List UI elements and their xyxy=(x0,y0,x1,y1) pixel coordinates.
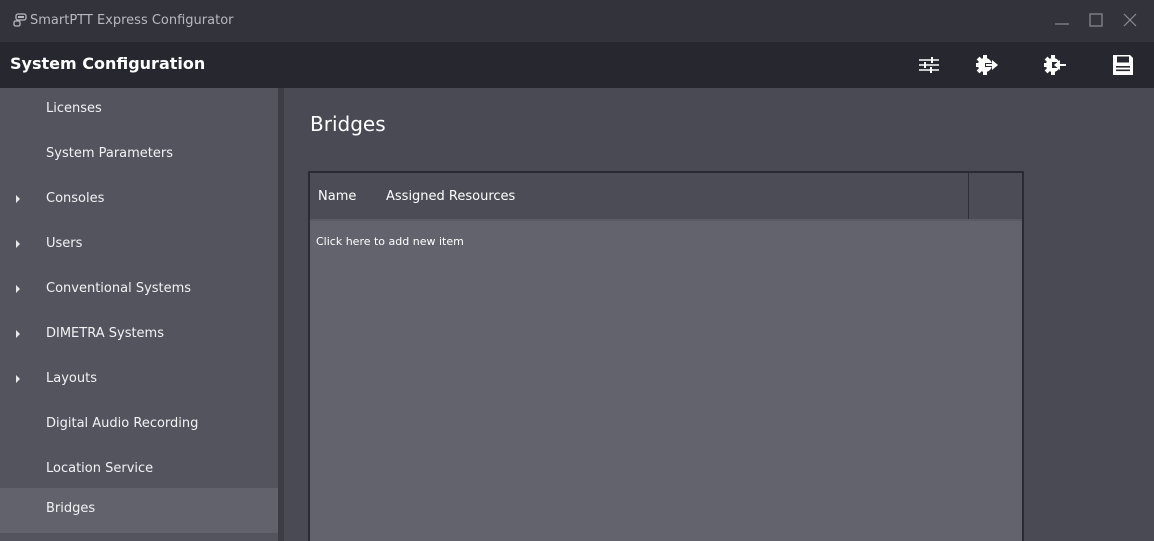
expand-arrow-icon[interactable] xyxy=(16,195,20,203)
maximize-icon[interactable] xyxy=(1086,10,1106,30)
sidebar-item-dimetra-systems[interactable]: DIMETRA Systems xyxy=(0,313,278,358)
sidebar-item-label: Location Service xyxy=(46,461,154,476)
main-content: Bridges Name Assigned Resources Click he… xyxy=(284,88,1154,541)
sidebar-item-system-parameters[interactable]: System Parameters xyxy=(0,133,278,178)
save-button[interactable] xyxy=(1108,50,1138,80)
expand-arrow-icon[interactable] xyxy=(16,285,20,293)
page-title: Bridges xyxy=(310,112,386,136)
import-button[interactable] xyxy=(1040,50,1070,80)
export-gear-icon xyxy=(976,55,998,75)
sidebar-item-label: Licenses xyxy=(46,101,102,116)
export-button[interactable] xyxy=(972,50,1002,80)
sidebar-item-location-service[interactable]: Location Service xyxy=(0,448,278,493)
sidebar-item-layouts[interactable]: Layouts xyxy=(0,358,278,403)
column-header-name[interactable]: Name xyxy=(318,189,356,204)
sidebar-item-digital-audio-recording[interactable]: Digital Audio Recording xyxy=(0,403,278,448)
bridges-table: Name Assigned Resources Click here to ad… xyxy=(308,171,1024,541)
import-gear-icon xyxy=(1044,55,1066,75)
sidebar-item-label: Layouts xyxy=(46,371,97,386)
column-header-spare xyxy=(968,173,1022,219)
main-toolbar: System Configuration xyxy=(0,42,1154,88)
sidebar-item-label: DIMETRA Systems xyxy=(46,326,164,341)
sidebar-item-label: Digital Audio Recording xyxy=(46,416,199,431)
navigation-sidebar: Licenses System Parameters Consoles User… xyxy=(0,88,278,541)
sidebar-item-label: Users xyxy=(46,236,83,251)
sidebar-item-label: System Parameters xyxy=(46,146,174,161)
table-header: Name Assigned Resources xyxy=(310,173,1022,219)
sidebar-item-label: Consoles xyxy=(46,191,105,206)
column-header-assigned-resources[interactable]: Assigned Resources xyxy=(386,189,515,204)
window-title: SmartPTT Express Configurator xyxy=(30,13,234,28)
section-title: System Configuration xyxy=(10,54,206,73)
sidebar-item-label: Bridges xyxy=(46,501,96,516)
settings-button[interactable] xyxy=(914,50,944,80)
sidebar-item-licenses[interactable]: Licenses xyxy=(0,88,278,133)
window-titlebar: SmartPTT Express Configurator xyxy=(0,0,1154,42)
settings-sliders-icon xyxy=(919,57,939,73)
save-floppy-icon xyxy=(1113,55,1133,75)
radio-app-icon xyxy=(13,13,27,27)
sidebar-item-consoles[interactable]: Consoles xyxy=(0,178,278,223)
sidebar-item-label: Conventional Systems xyxy=(46,281,192,296)
expand-arrow-icon[interactable] xyxy=(16,330,20,338)
sidebar-item-users[interactable]: Users xyxy=(0,223,278,268)
expand-arrow-icon[interactable] xyxy=(16,240,20,248)
table-divider xyxy=(310,219,1022,221)
minimize-icon[interactable] xyxy=(1052,10,1072,30)
expand-arrow-icon[interactable] xyxy=(16,375,20,383)
add-new-item-row[interactable]: Click here to add new item xyxy=(316,235,464,248)
close-icon[interactable] xyxy=(1120,10,1140,30)
sidebar-item-bridges[interactable]: Bridges xyxy=(0,488,278,533)
sidebar-item-conventional-systems[interactable]: Conventional Systems xyxy=(0,268,278,313)
